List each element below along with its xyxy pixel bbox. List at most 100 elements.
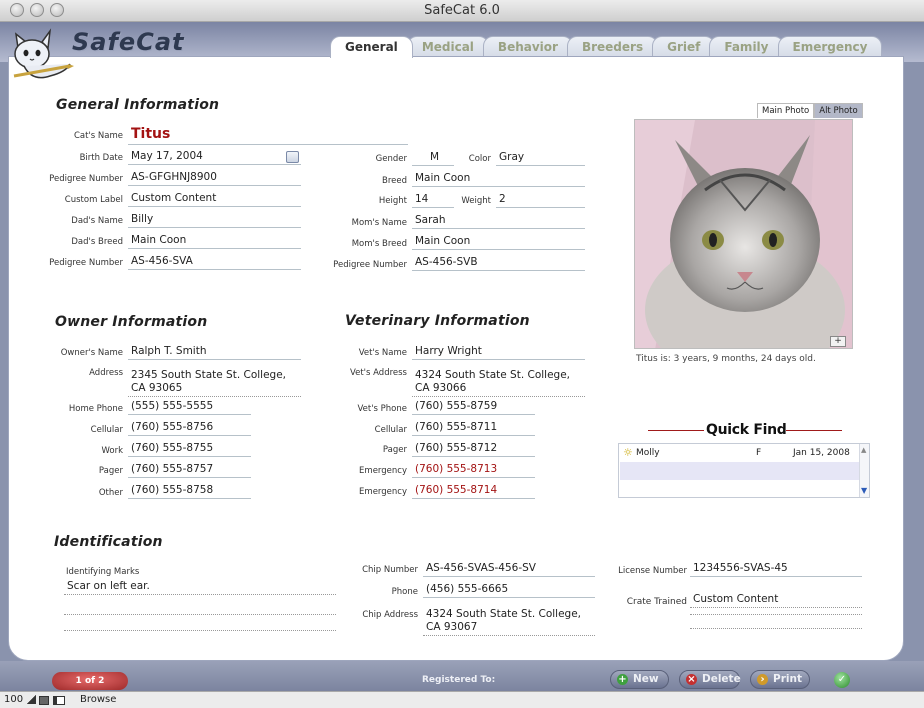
alt-photo-tab[interactable]: Alt Photo: [814, 103, 863, 118]
emergency2-field[interactable]: (760) 555-8714: [412, 484, 535, 499]
print-button[interactable]: › Print: [750, 670, 810, 689]
record-pager[interactable]: 1 of 2: [52, 672, 128, 690]
emergency1-label: Emergency: [359, 466, 407, 476]
gender-label: Gender: [375, 154, 407, 164]
identifying-marks-field[interactable]: Scar on left ear.: [64, 580, 336, 595]
moms-name-label: Mom's Name: [351, 218, 407, 228]
chip-number-field[interactable]: AS-456-SVAS-456-SV: [423, 562, 595, 577]
cat-logo-icon: [13, 28, 74, 79]
vet-info-title: Veterinary Information: [345, 313, 530, 329]
status-toolbar-icon[interactable]: [39, 696, 49, 705]
breed-label: Breed: [382, 176, 407, 186]
dad-pedigree-field[interactable]: AS-456-SVA: [128, 255, 301, 270]
other-phone-field[interactable]: (760) 555-8758: [128, 484, 251, 499]
delete-x-icon: ×: [686, 674, 697, 685]
vet-cellular-field[interactable]: (760) 555-8711: [412, 421, 535, 436]
cat-photo[interactable]: [634, 119, 853, 349]
title-bar: SafeCat 6.0: [0, 0, 924, 22]
color-label: Color: [468, 154, 491, 164]
gender-field[interactable]: M: [412, 151, 454, 166]
quickfind-list[interactable]: ☼ Molly F Jan 15, 2008 ▲ ▼: [618, 443, 870, 498]
birth-date-label: Birth Date: [79, 153, 123, 163]
owner-name-label: Owner's Name: [60, 348, 123, 358]
tab-family[interactable]: Family: [709, 36, 784, 58]
tab-behavior[interactable]: Behavior: [482, 36, 573, 58]
custom-field[interactable]: Custom Content: [128, 192, 301, 207]
scroll-down-icon[interactable]: ▼: [861, 486, 867, 495]
zoom-in-icon[interactable]: [26, 695, 36, 704]
height-field[interactable]: 14: [412, 193, 454, 208]
tab-medical[interactable]: Medical: [406, 36, 489, 58]
general-info-title: General Information: [56, 97, 220, 113]
dad-pedigree-label: Pedigree Number: [49, 258, 123, 268]
window-title: SafeCat 6.0: [424, 3, 500, 18]
vet-address-field[interactable]: 4324 South State St. College, CA 93066: [412, 369, 585, 397]
quickfind-title: Quick Find: [706, 422, 787, 438]
quickfind-right-rule: [786, 430, 842, 431]
record-tabs: General Medical Behavior Breeders Grief …: [330, 36, 883, 58]
vet-cellular-label: Cellular: [374, 425, 407, 435]
vet-address-label: Vet's Address: [349, 368, 407, 378]
delete-button-label: Delete: [702, 673, 741, 685]
owner-name-field[interactable]: Ralph T. Smith: [128, 345, 301, 360]
pedigree-field[interactable]: AS-GFGHNJ8900: [128, 171, 301, 186]
quickfind-row-name: Molly: [636, 448, 660, 458]
chip-address-label: Chip Address: [362, 610, 418, 620]
tab-grief[interactable]: Grief: [652, 36, 716, 58]
identifying-marks-label: Identifying Marks: [66, 567, 140, 577]
color-field[interactable]: Gray: [496, 151, 585, 166]
checkmark-icon[interactable]: ✓: [834, 672, 850, 688]
zoom-level[interactable]: 100: [4, 694, 23, 705]
tab-breeders[interactable]: Breeders: [566, 36, 659, 58]
home-phone-field[interactable]: (555) 555-5555: [128, 400, 251, 415]
emergency2-label: Emergency: [359, 487, 407, 497]
chip-phone-field[interactable]: (456) 555-6665: [423, 583, 595, 598]
dads-name-field[interactable]: Billy: [128, 213, 301, 228]
vet-pager-field[interactable]: (760) 555-8712: [412, 442, 535, 457]
mom-pedigree-label: Pedigree Number: [333, 260, 407, 270]
weight-label: Weight: [461, 196, 491, 206]
add-photo-button[interactable]: +: [830, 336, 846, 347]
height-label: Height: [378, 196, 407, 206]
crate-trained-field[interactable]: Custom Content: [690, 593, 862, 608]
emergency1-field[interactable]: (760) 555-8713: [412, 463, 535, 478]
birth-date-field[interactable]: May 17, 2004: [128, 150, 301, 165]
vet-phone-field[interactable]: (760) 555-8759: [412, 400, 535, 415]
layout-icon[interactable]: [53, 696, 65, 705]
breed-field[interactable]: Main Coon: [412, 172, 585, 187]
mom-pedigree-field[interactable]: AS-456-SVB: [412, 256, 585, 271]
owner-cellular-field[interactable]: (760) 555-8756: [128, 421, 251, 436]
weight-field[interactable]: 2: [496, 193, 585, 208]
home-phone-label: Home Phone: [68, 404, 123, 414]
license-number-field[interactable]: 1234556-SVAS-45: [690, 562, 862, 577]
chip-address-field[interactable]: 4324 South State St. College, CA 93067: [423, 608, 595, 636]
print-arrow-icon: ›: [757, 674, 768, 685]
dads-breed-field[interactable]: Main Coon: [128, 234, 301, 249]
owner-pager-field[interactable]: (760) 555-8757: [128, 463, 251, 478]
moms-name-field[interactable]: Sarah: [412, 214, 585, 229]
vet-name-label: Vet's Name: [358, 348, 407, 358]
marks-line: [64, 630, 336, 631]
owner-cellular-label: Cellular: [90, 425, 123, 435]
delete-button[interactable]: × Delete: [679, 670, 741, 689]
quickfind-empty-row[interactable]: [620, 462, 860, 480]
vet-name-field[interactable]: Harry Wright: [412, 345, 585, 360]
print-button-label: Print: [773, 673, 802, 685]
vet-phone-label: Vet's Phone: [357, 404, 407, 414]
scroll-up-icon[interactable]: ▲: [861, 446, 866, 454]
main-photo-tab[interactable]: Main Photo: [757, 103, 815, 118]
vet-pager-label: Pager: [382, 445, 407, 455]
quickfind-empty-row[interactable]: [620, 480, 860, 498]
work-phone-field[interactable]: (760) 555-8755: [128, 442, 251, 457]
new-button[interactable]: + New: [610, 670, 669, 689]
owner-address-field[interactable]: 2345 South State St. College, CA 93065: [128, 369, 301, 397]
mode-label[interactable]: Browse: [80, 694, 116, 705]
tab-general[interactable]: General: [330, 36, 413, 58]
moms-breed-field[interactable]: Main Coon: [412, 235, 585, 250]
calendar-icon[interactable]: [286, 151, 299, 163]
tab-emergency[interactable]: Emergency: [777, 36, 883, 58]
quickfind-scrollbar[interactable]: ▲ ▼: [859, 444, 869, 497]
quickfind-row-date: Jan 15, 2008: [793, 448, 850, 458]
cats-name-field[interactable]: Titus: [128, 126, 408, 145]
quickfind-row[interactable]: ☼ Molly F Jan 15, 2008: [620, 444, 860, 462]
